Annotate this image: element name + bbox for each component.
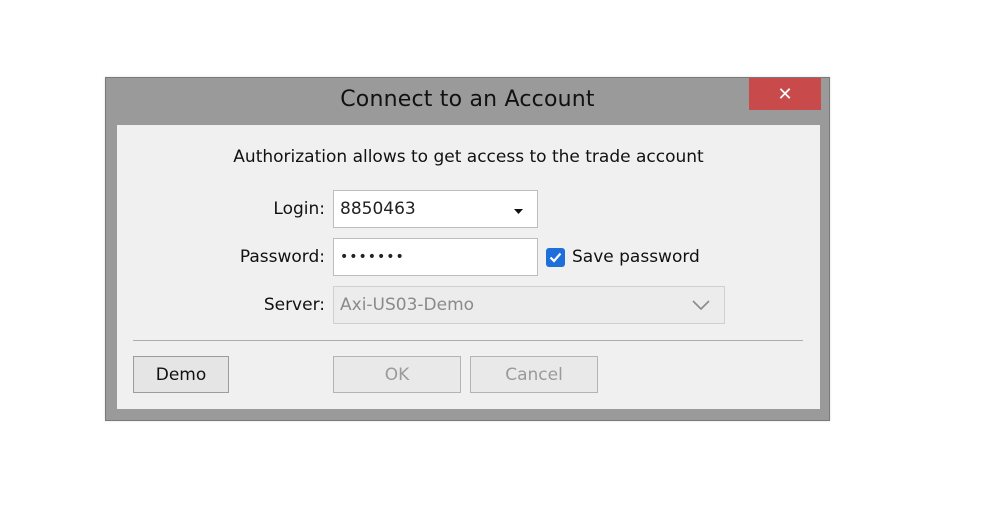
save-password-label[interactable]: Save password [572,247,700,267]
ok-button[interactable]: OK [333,356,461,393]
close-button[interactable]: ✕ [749,78,821,110]
login-label: Login: [273,199,325,219]
login-value: 8850463 [340,199,416,219]
password-value: ••••••• [340,249,405,265]
caret-down-icon[interactable] [514,199,523,219]
checkmark-icon [549,252,562,263]
server-value: Axi-US03-Demo [340,295,475,315]
login-combobox[interactable]: 8850463 [333,190,538,228]
cancel-button[interactable]: Cancel [470,356,598,393]
server-label: Server: [263,295,325,315]
close-icon: ✕ [777,83,793,105]
password-field[interactable]: ••••••• [333,238,538,276]
demo-button[interactable]: Demo [133,356,229,393]
title-bar[interactable]: Connect to an Account ✕ [106,78,829,125]
chevron-down-icon [692,295,710,315]
authorization-hint: Authorization allows to get access to th… [233,147,704,167]
password-label: Password: [239,247,325,267]
server-select: Axi-US03-Demo [333,286,725,324]
save-password-checkbox[interactable] [546,248,565,267]
separator [133,340,803,341]
connect-account-dialog: Connect to an Account ✕ Authorization al… [105,77,830,421]
dialog-title: Connect to an Account [340,87,595,112]
dialog-body: Authorization allows to get access to th… [117,125,820,409]
